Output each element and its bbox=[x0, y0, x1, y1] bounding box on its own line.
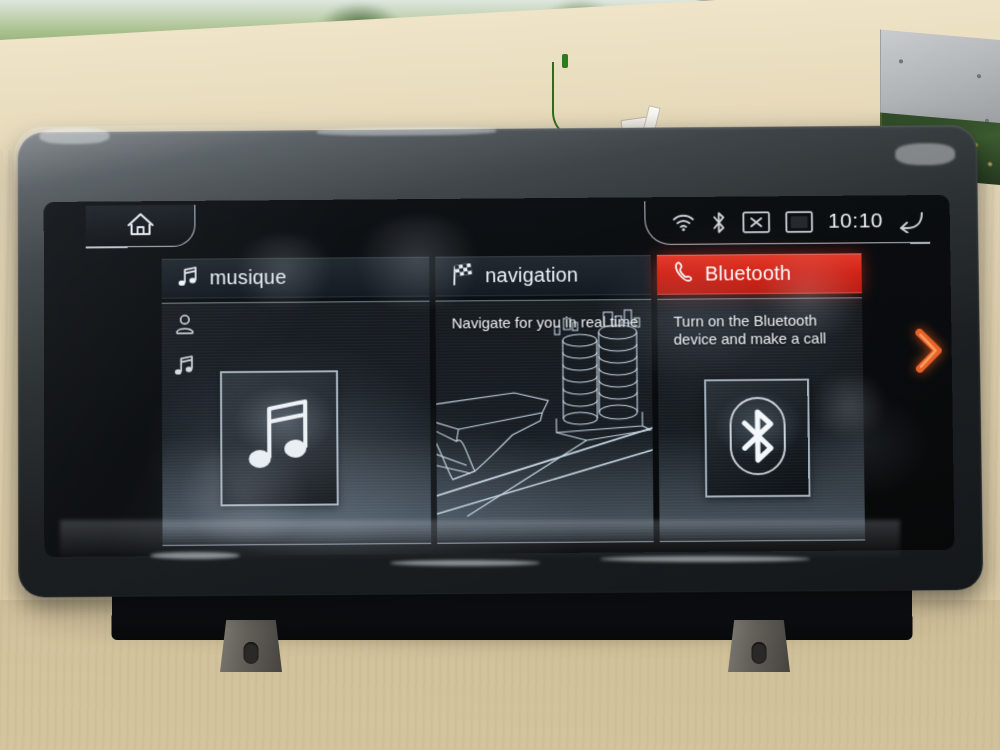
tile-bluetooth[interactable]: Bluetooth Turn on the Bluetooth device a… bbox=[656, 253, 866, 543]
tile-bluetooth-title: Bluetooth bbox=[704, 262, 792, 286]
status-bar: 10:10 bbox=[644, 199, 931, 246]
tile-musique[interactable]: musique bbox=[161, 256, 432, 547]
mounting-bracket-left bbox=[220, 620, 282, 672]
music-note-icon[interactable] bbox=[174, 354, 196, 381]
tile-navigation-title: navigation bbox=[485, 264, 579, 288]
mounting-bracket-right bbox=[728, 620, 790, 672]
music-note-icon bbox=[242, 395, 316, 481]
tile-musique-artwork[interactable] bbox=[219, 370, 339, 507]
x-in-box-icon bbox=[742, 211, 770, 233]
tile-bluetooth-header[interactable]: Bluetooth bbox=[656, 253, 862, 295]
home-button[interactable] bbox=[85, 204, 196, 249]
home-icon bbox=[125, 210, 155, 242]
tile-musique-title: musique bbox=[209, 266, 287, 290]
tile-bluetooth-body[interactable]: Turn on the Bluetooth device and make a … bbox=[657, 297, 866, 543]
tile-navigation-header[interactable]: navigation bbox=[435, 255, 652, 297]
bluetooth-icon bbox=[718, 389, 797, 487]
tile-navigation-body[interactable]: Navigate for you in real time bbox=[435, 298, 654, 544]
tile-musique-body[interactable] bbox=[161, 300, 432, 547]
next-page-button[interactable] bbox=[911, 327, 946, 380]
bluetooth-icon bbox=[710, 210, 727, 234]
tile-row: musique navigation Navigate for you in r… bbox=[161, 253, 901, 547]
person-icon[interactable] bbox=[174, 313, 196, 340]
checkered-flag-icon bbox=[451, 263, 473, 290]
tile-musique-side-icons bbox=[174, 313, 196, 381]
back-arrow-icon[interactable] bbox=[898, 209, 926, 233]
display-icon bbox=[785, 210, 813, 232]
wifi-icon bbox=[671, 213, 695, 232]
screen-content: 10:10 musique navigation Navigate for yo… bbox=[43, 194, 955, 557]
tile-navigation[interactable]: navigation Navigate for you in real time bbox=[435, 255, 654, 544]
phone-handset-icon bbox=[673, 261, 693, 290]
photo-scene: 10:10 musique navigation Navigate for yo… bbox=[0, 0, 1000, 750]
chevron-right-icon bbox=[912, 328, 946, 378]
clock: 10:10 bbox=[827, 208, 884, 233]
tile-navigation-blurb: Navigate for you in real time bbox=[451, 313, 639, 333]
tile-musique-header[interactable]: musique bbox=[161, 256, 430, 299]
display-glass: 10:10 musique navigation Navigate for yo… bbox=[43, 194, 955, 557]
music-note-icon bbox=[178, 266, 198, 293]
tile-bluetooth-artwork[interactable] bbox=[704, 378, 811, 498]
tile-bluetooth-blurb: Turn on the Bluetooth device and make a … bbox=[673, 312, 827, 349]
